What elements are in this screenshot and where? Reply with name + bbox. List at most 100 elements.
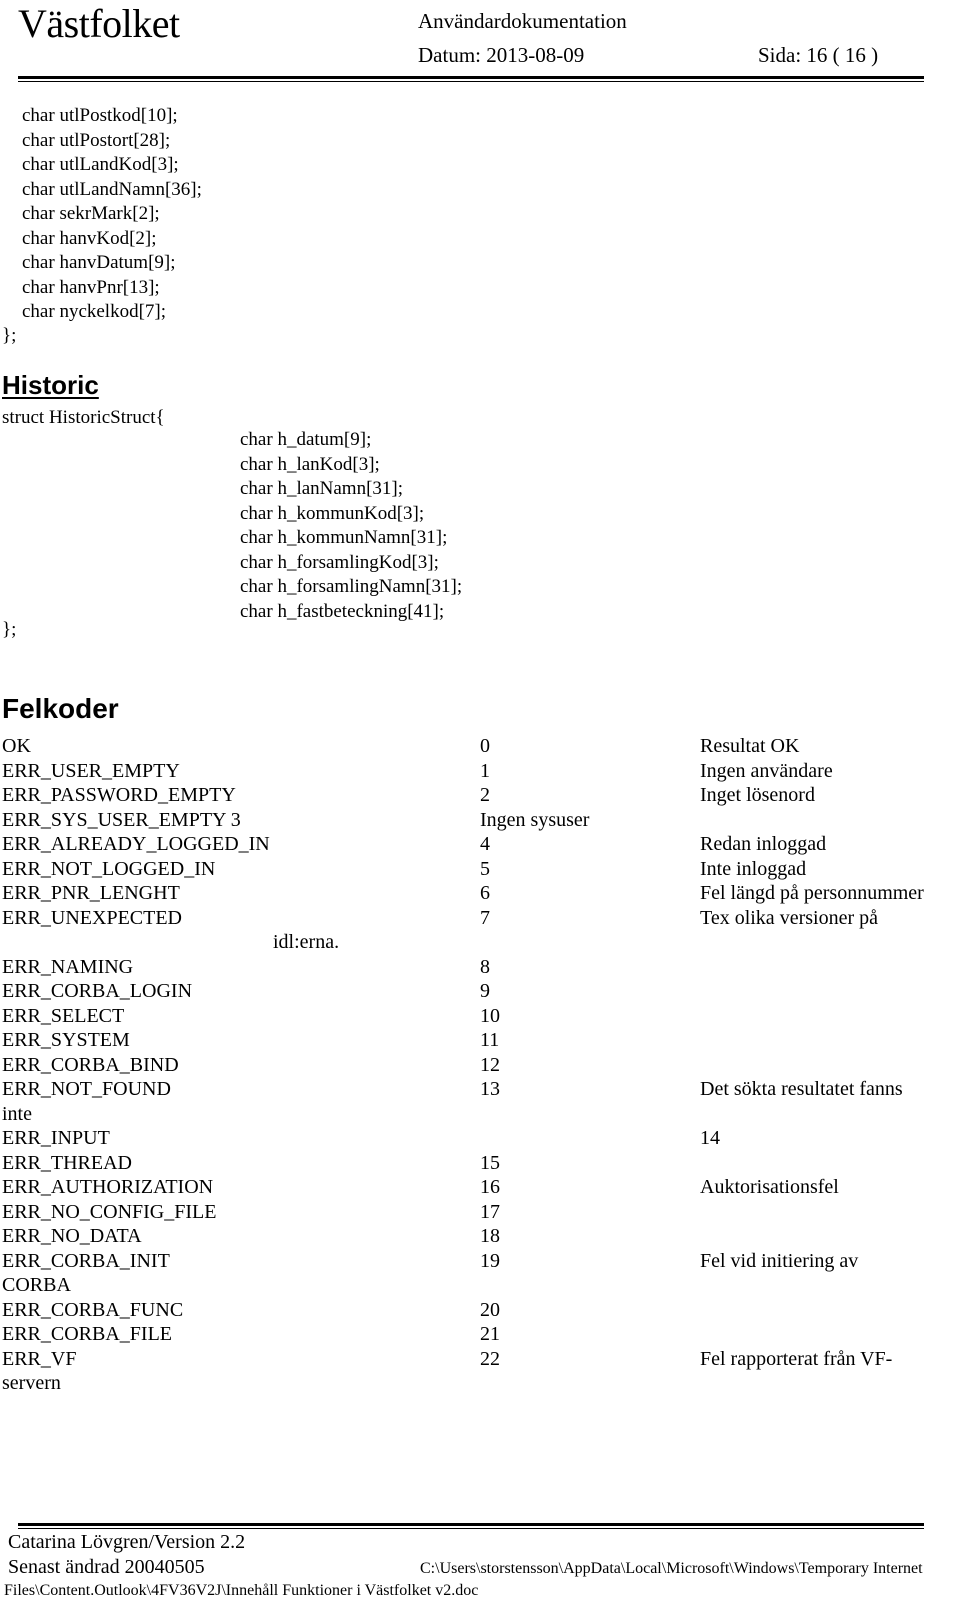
error-code-name: ERR_ALREADY_LOGGED_IN xyxy=(2,833,270,855)
error-code-name: ERR_THREAD xyxy=(2,1151,132,1174)
error-code-description: Inget lösenord xyxy=(700,784,815,806)
error-code-row: ERR_NOT_LOGGED_IN 5 Inte inloggad xyxy=(0,857,960,882)
error-code-row: ERR_INPUT 14 xyxy=(0,1126,960,1151)
error-code-description: Ingen användare xyxy=(700,759,833,782)
footer-last-changed: Senast ändrad 20040505 xyxy=(8,1556,205,1578)
error-code-row: ERR_SELECT 10 xyxy=(0,1004,960,1029)
error-code-value: 8 xyxy=(480,955,490,978)
error-code-name: ERR_CORBA_FILE xyxy=(2,1323,173,1345)
section-heading-felkoder: Felkoder xyxy=(2,693,119,724)
error-code-row: ERR_CORBA_BIND 12 xyxy=(0,1053,960,1078)
brand-title: Västfolket xyxy=(18,1,180,46)
historic-struct-members: char h_datum[9]; char h_lanKod[3]; char … xyxy=(240,429,463,622)
error-code-description: Inte inloggad xyxy=(700,857,807,880)
footer-file-path-line2: Files\Content.Outlook\4FV36V2J\Innehåll … xyxy=(4,1582,479,1599)
section-heading-historic: Historic xyxy=(2,370,99,400)
error-code-value: 21 xyxy=(480,1323,500,1345)
error-code-name: ERR_AUTHORIZATION xyxy=(2,1176,214,1198)
error-code-value: 19 xyxy=(480,1249,500,1272)
error-code-row: ERR_NAMING 8 xyxy=(0,955,960,980)
struct-tail-closing-brace: }; xyxy=(2,325,17,346)
error-code-description: Auktorisationsfel xyxy=(700,1176,839,1198)
error-code-name: ERR_SYS_USER_EMPTY 3 xyxy=(2,808,241,831)
error-code-row: CORBA xyxy=(0,1273,960,1298)
error-code-row: ERR_SYSTEM 11 xyxy=(0,1028,960,1053)
error-code-description: Fel längd på personnummer xyxy=(700,882,924,904)
error-code-row: inte xyxy=(0,1102,960,1127)
error-code-value: 18 xyxy=(480,1225,500,1247)
error-code-name: ERR_NO_CONFIG_FILE xyxy=(2,1200,217,1223)
error-code-row: OK 0 Resultat OK xyxy=(0,734,960,759)
error-code-row: ERR_CORBA_LOGIN 9 xyxy=(0,979,960,1004)
error-code-value: 14 xyxy=(700,1127,720,1149)
error-code-name: ERR_UNEXPECTED xyxy=(2,906,182,929)
error-code-name: ERR_CORBA_INIT xyxy=(2,1249,170,1272)
error-code-row: ERR_USER_EMPTY 1 Ingen användare xyxy=(0,759,960,784)
error-code-value: 4 xyxy=(480,833,490,855)
page-number-label: Sida: 16 ( 16 ) xyxy=(758,43,879,67)
error-code-name: ERR_NAMING xyxy=(2,955,134,978)
error-code-row: ERR_AUTHORIZATION 16 Auktorisationsfel xyxy=(0,1175,960,1200)
error-code-name: ERR_PASSWORD_EMPTY xyxy=(2,784,236,806)
error-code-description: Ingen sysuser xyxy=(480,808,590,831)
error-code-value: 5 xyxy=(480,857,490,880)
error-code-name: idl:erna. xyxy=(273,931,340,953)
error-code-name: ERR_CORBA_BIND xyxy=(2,1053,179,1076)
error-code-value: 1 xyxy=(480,759,490,782)
error-code-value: 22 xyxy=(480,1347,500,1370)
error-code-name: OK xyxy=(2,735,31,757)
historic-struct-declaration: struct HistoricStruct{ xyxy=(2,407,165,428)
header-divider xyxy=(18,76,924,82)
error-code-row: ERR_CORBA_FUNC 20 xyxy=(0,1298,960,1323)
error-code-description: Resultat OK xyxy=(700,735,800,757)
error-code-value: 16 xyxy=(480,1176,500,1198)
error-code-value: 13 xyxy=(480,1078,500,1100)
error-code-description: Fel rapporterat från VF- xyxy=(700,1347,893,1370)
struct-tail-code: char utlPostkod[10]; char utlPostort[28]… xyxy=(22,105,202,322)
document-page: Västfolket Användardokumentation Datum: … xyxy=(0,0,960,1601)
error-code-row: ERR_NO_CONFIG_FILE 17 xyxy=(0,1200,960,1225)
error-code-row: ERR_SYS_USER_EMPTY 3 Ingen sysuser xyxy=(0,808,960,833)
error-code-description: Fel vid initiering av xyxy=(700,1249,859,1272)
error-code-row: ERR_CORBA_FILE 21 xyxy=(0,1322,960,1347)
error-code-name: ERR_NOT_FOUND xyxy=(2,1078,171,1100)
error-code-value: 2 xyxy=(480,784,490,806)
document-type-label: Användardokumentation xyxy=(418,9,627,33)
error-code-name: servern xyxy=(2,1372,61,1394)
error-code-name: ERR_CORBA_FUNC xyxy=(2,1298,184,1321)
error-code-row: idl:erna. xyxy=(0,930,960,955)
error-code-name: ERR_CORBA_LOGIN xyxy=(2,980,193,1002)
page-footer: Catarina Lövgren/Version 2.2 Senast ändr… xyxy=(0,1528,960,1601)
error-code-name: ERR_PNR_LENGHT xyxy=(2,882,180,904)
error-code-row: ERR_PASSWORD_EMPTY 2 Inget lösenord xyxy=(0,783,960,808)
error-code-name: ERR_INPUT xyxy=(2,1127,110,1149)
error-code-value: 0 xyxy=(480,735,490,757)
footer-file-path-line1: C:\Users\storstensson\AppData\Local\Micr… xyxy=(420,1560,923,1577)
error-code-row: servern xyxy=(0,1371,960,1396)
page-header: Västfolket Användardokumentation Datum: … xyxy=(18,0,924,76)
document-date-label: Datum: 2013-08-09 xyxy=(418,43,585,67)
error-code-name: ERR_SYSTEM xyxy=(2,1029,130,1051)
error-code-description: Det sökta resultatet fanns xyxy=(700,1078,903,1100)
error-code-value: 10 xyxy=(480,1004,500,1027)
error-code-name: ERR_VF xyxy=(2,1347,77,1370)
error-code-name: CORBA xyxy=(2,1274,71,1296)
error-code-value: 7 xyxy=(480,906,490,929)
error-code-description: Redan inloggad xyxy=(700,833,827,855)
error-code-value: 17 xyxy=(480,1200,500,1223)
error-code-row: ERR_PNR_LENGHT 6 Fel längd på personnummer xyxy=(0,881,960,906)
error-code-value: 9 xyxy=(480,980,490,1002)
error-code-name: ERR_SELECT xyxy=(2,1004,125,1027)
error-code-name: ERR_NO_DATA xyxy=(2,1225,142,1247)
error-code-row: ERR_ALREADY_LOGGED_IN 4 Redan inloggad xyxy=(0,832,960,857)
historic-closing-brace: }; xyxy=(2,619,17,640)
footer-author-version: Catarina Lövgren/Version 2.2 xyxy=(8,1531,246,1553)
error-code-row: ERR_NOT_FOUND 13 Det sökta resultatet fann… xyxy=(0,1077,960,1102)
error-code-name: ERR_USER_EMPTY xyxy=(2,759,180,782)
error-code-table: OK 0 Resultat OK ERR_USER_EMPTY 1 Ingen använ… xyxy=(0,734,960,1396)
error-code-row: ERR_NO_DATA 18 xyxy=(0,1224,960,1249)
error-code-value: 6 xyxy=(480,882,490,904)
error-code-row: ERR_CORBA_INIT 19 Fel vid initiering av xyxy=(0,1249,960,1274)
error-code-row: ERR_VF 22 Fel rapporterat från VF- xyxy=(0,1347,960,1372)
error-code-value: 12 xyxy=(480,1053,500,1076)
